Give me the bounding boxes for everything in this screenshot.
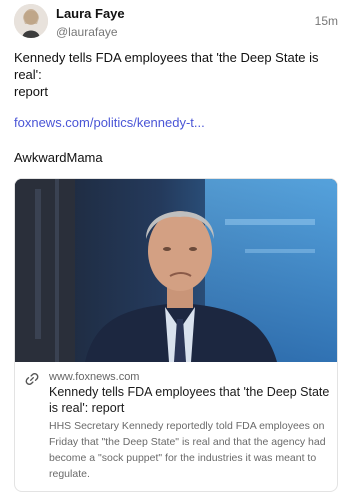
- link-icon: [25, 373, 39, 385]
- author-handle[interactable]: @laurafaye: [56, 25, 118, 39]
- avatar[interactable]: [14, 4, 48, 38]
- post-timestamp[interactable]: 15m: [315, 14, 338, 28]
- post-text-line: report: [14, 84, 48, 99]
- avatar-image: [14, 4, 48, 38]
- post-text: Kennedy tells FDA employees that 'the De…: [14, 49, 338, 100]
- card-image[interactable]: [15, 179, 337, 362]
- card-description: HHS Secretary Kennedy reportedly told FD…: [49, 420, 326, 480]
- card-photo: [15, 179, 337, 362]
- author-name[interactable]: Laura Faye: [56, 6, 125, 21]
- post-signature: AwkwardMama: [14, 150, 103, 165]
- card-domain: www.foxnews.com: [49, 371, 140, 383]
- post-text-line: real':: [14, 67, 42, 82]
- post-text-line: Kennedy tells FDA employees that 'the De…: [14, 50, 319, 65]
- post-link[interactable]: foxnews.com/politics/kennedy-t...: [14, 115, 205, 130]
- link-preview-card[interactable]: www.foxnews.com Kennedy tells FDA employ…: [14, 178, 338, 492]
- card-title[interactable]: Kennedy tells FDA employees that 'the De…: [49, 384, 331, 416]
- post-header: Laura Faye @laurafaye 15m: [14, 4, 338, 44]
